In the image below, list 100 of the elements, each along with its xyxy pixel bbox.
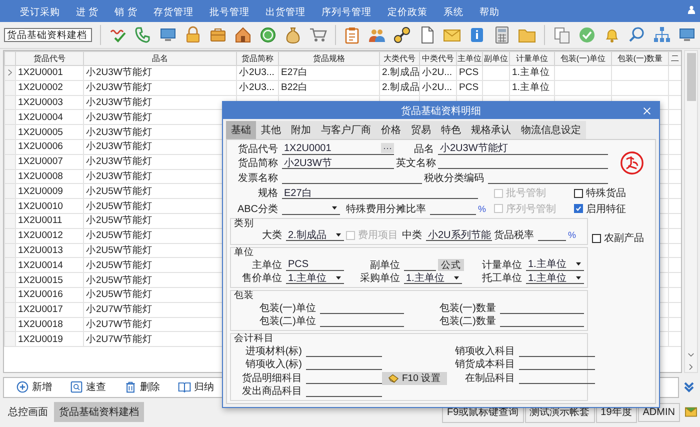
- tab[interactable]: 价格: [376, 121, 406, 139]
- menu-item[interactable]: 定价政策: [379, 6, 436, 19]
- column-header[interactable]: 计量单位: [510, 52, 554, 66]
- chevron-right-icon[interactable]: [688, 364, 694, 370]
- column-header[interactable]: 货品规格: [278, 52, 380, 66]
- link-icon[interactable]: [393, 26, 412, 44]
- input-field[interactable]: PCS: [286, 258, 344, 271]
- table-cell: 1X2U0018: [16, 317, 84, 332]
- tab[interactable]: 规格承认: [466, 121, 516, 139]
- house-icon[interactable]: [234, 26, 252, 44]
- settings-button[interactable]: F10 设置: [382, 372, 448, 384]
- field-label: 计量单位: [481, 258, 523, 272]
- double-chevron-down-icon[interactable]: [683, 381, 695, 393]
- dropdown[interactable]: 1.主单位: [526, 258, 584, 271]
- menu-item[interactable]: 受订采购: [12, 6, 68, 19]
- column-header[interactable]: 副单位: [482, 52, 510, 66]
- briefcase-icon[interactable]: [208, 26, 227, 44]
- monitor-icon[interactable]: [158, 26, 177, 44]
- menu-item[interactable]: 销 货: [106, 6, 146, 19]
- tab[interactable]: 与客户厂商: [316, 121, 376, 139]
- column-header[interactable]: 主单位: [456, 52, 482, 66]
- tab[interactable]: 其他: [256, 121, 286, 139]
- search-icon[interactable]: [70, 381, 83, 393]
- menu-item[interactable]: 序列号管理: [313, 6, 380, 19]
- tab[interactable]: 附加: [286, 121, 316, 139]
- dropdown[interactable]: 1.主单位: [526, 272, 584, 284]
- checkbox[interactable]: [592, 234, 601, 242]
- quick-search-button[interactable]: 速查: [68, 380, 108, 394]
- close-icon[interactable]: [643, 106, 651, 114]
- column-header[interactable]: 包装(一)单位: [554, 52, 612, 66]
- field-label: 发出商品科目: [241, 384, 303, 398]
- tab[interactable]: 基础: [226, 121, 256, 139]
- copy-icon[interactable]: [553, 26, 572, 44]
- search-icon[interactable]: [628, 26, 646, 44]
- column-header[interactable]: 货品简称: [236, 52, 278, 66]
- dropdown[interactable]: 1.主单位: [404, 272, 462, 284]
- input-field[interactable]: 小2U3W节能灯: [438, 142, 608, 155]
- book-icon[interactable]: [178, 381, 191, 393]
- column-header[interactable]: 货品代号: [16, 52, 84, 66]
- column-header[interactable]: 大类代号: [380, 52, 420, 66]
- dropdown[interactable]: 1.主单位: [286, 272, 344, 284]
- org-chart-icon[interactable]: [653, 26, 672, 44]
- monitor-icon[interactable]: [678, 26, 696, 44]
- table-cell: 小2U3...: [236, 66, 278, 80]
- column-header[interactable]: 中类代号: [420, 52, 456, 66]
- table-cell: 1X2U0009: [16, 184, 84, 199]
- delete-button[interactable]: 删除: [122, 380, 162, 394]
- column-header[interactable]: 二: [668, 52, 682, 66]
- plus-circle-icon[interactable]: [16, 381, 29, 393]
- menu-item[interactable]: 出货管理: [257, 6, 314, 19]
- menu-item[interactable]: 系统: [435, 6, 472, 19]
- calculator-icon[interactable]: [493, 26, 512, 44]
- column-header[interactable]: 品名: [84, 52, 236, 66]
- menu-item[interactable]: 批号管理: [201, 6, 258, 19]
- caret-icon[interactable]: [336, 232, 341, 237]
- checkbox-label: 序列号管制: [506, 202, 556, 216]
- table-cell: PCS: [456, 80, 482, 96]
- field-label: 税收分类编码: [424, 172, 485, 185]
- table-cell: 1X2U0010: [16, 198, 84, 214]
- formula-button[interactable]: 公式: [438, 258, 464, 271]
- module-dropdown[interactable]: 货品基础资料建档: [4, 28, 92, 42]
- check-circle-icon[interactable]: [578, 26, 596, 44]
- scrollbar[interactable]: [684, 50, 698, 373]
- column-header[interactable]: 包装(一)数量: [612, 52, 668, 66]
- tab[interactable]: 特色: [436, 121, 466, 139]
- checkbox[interactable]: [574, 204, 583, 214]
- table-cell: 1.主单位: [510, 80, 554, 96]
- user-icon[interactable]: [687, 5, 696, 14]
- tab[interactable]: 货品基础资料建档: [54, 402, 144, 422]
- tab[interactable]: 总控画面: [3, 402, 53, 422]
- input-field[interactable]: E27白: [282, 187, 478, 200]
- cart-icon[interactable]: [308, 26, 327, 44]
- scrollbar-thumb[interactable]: [686, 53, 696, 101]
- money-bag-icon[interactable]: [284, 26, 302, 44]
- caret-icon[interactable]: [332, 206, 337, 210]
- add-button[interactable]: 新增: [14, 380, 54, 394]
- clipboard-icon[interactable]: [343, 26, 362, 44]
- caret-icon[interactable]: [454, 276, 459, 280]
- input-field[interactable]: 1X2U0001 ···: [282, 142, 394, 155]
- table-cell: 1X2U0002: [16, 80, 84, 96]
- input-field[interactable]: 小2U3W节: [282, 157, 394, 170]
- phone-icon[interactable]: [134, 26, 152, 44]
- trash-icon[interactable]: [124, 381, 137, 393]
- menu-item[interactable]: 帮助: [471, 6, 508, 19]
- tab[interactable]: 贸易: [406, 121, 436, 139]
- caret-icon[interactable]: [576, 276, 581, 280]
- menu-item[interactable]: 进 货: [68, 6, 107, 19]
- caret-icon[interactable]: [576, 262, 581, 266]
- caret-icon[interactable]: [336, 276, 341, 280]
- checkbox-label: 批号管制: [506, 186, 546, 200]
- checkbox[interactable]: [574, 188, 583, 198]
- book-button[interactable]: 归纳: [176, 380, 216, 394]
- menu-item[interactable]: 存货管理: [145, 6, 202, 19]
- table-cell: 小2U3W节能灯: [84, 66, 236, 80]
- lookup-button[interactable]: ···: [381, 143, 394, 154]
- dropdown[interactable]: 2.制成品: [286, 229, 344, 242]
- input-field[interactable]: 小2U系列节能: [426, 229, 492, 242]
- coin-icon[interactable]: [258, 26, 277, 44]
- lock-icon[interactable]: [184, 26, 202, 44]
- tab[interactable]: 物流信息设定: [516, 121, 586, 139]
